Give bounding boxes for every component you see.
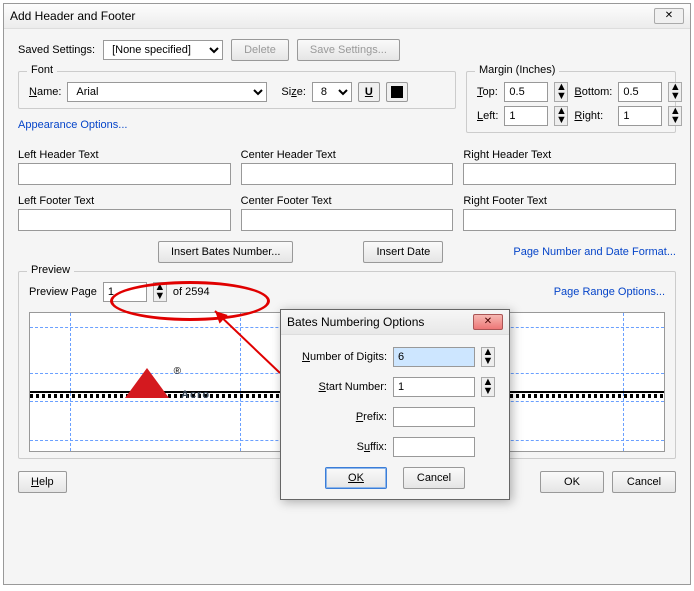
font-name-select[interactable]: Arial — [67, 82, 267, 102]
bates-modal: Bates Numbering Options ✕ Number of Digi… — [280, 309, 510, 500]
preview-group-title: Preview — [27, 264, 74, 276]
digits-input[interactable] — [393, 347, 475, 367]
margin-right-input[interactable] — [618, 106, 662, 126]
saved-settings-label: Saved Settings: — [18, 44, 95, 56]
digits-label: Number of Digits: — [295, 351, 387, 363]
margin-top-input[interactable] — [504, 82, 548, 102]
modal-close-icon[interactable]: ✕ — [473, 314, 503, 330]
spinner-icon[interactable]: ▲▼ — [481, 377, 495, 397]
margin-right-label: Right: — [574, 110, 612, 122]
font-group-title: Font — [27, 64, 57, 76]
save-settings-button[interactable]: Save Settings... — [297, 39, 400, 61]
prefix-label: Prefix: — [295, 411, 387, 423]
center-header-input[interactable] — [241, 163, 454, 185]
margin-top-label: Top: — [477, 86, 498, 98]
margin-left-label: Left: — [477, 110, 498, 122]
right-header-input[interactable] — [463, 163, 676, 185]
font-name-label: Name: — [29, 86, 61, 98]
close-icon[interactable]: ✕ — [654, 8, 684, 24]
left-header-input[interactable] — [18, 163, 231, 185]
suffix-label: Suffix: — [295, 441, 387, 453]
suffix-input[interactable] — [393, 437, 475, 457]
left-header-label: Left Header Text — [18, 149, 231, 161]
margin-group-title: Margin (Inches) — [475, 64, 559, 76]
right-header-label: Right Header Text — [463, 149, 676, 161]
spinner-icon[interactable]: ▲▼ — [668, 82, 682, 102]
preview-page-label: Preview Page — [29, 286, 97, 298]
modal-title: Bates Numbering Options — [287, 315, 424, 329]
right-footer-input[interactable] — [463, 209, 676, 231]
spinner-icon[interactable]: ▲▼ — [554, 106, 568, 126]
underline-button[interactable]: U — [358, 82, 380, 102]
spinner-icon[interactable]: ▲▼ — [481, 347, 495, 367]
font-size-label: Size: — [281, 86, 305, 98]
saved-settings-select[interactable]: [None specified] — [103, 40, 223, 60]
modal-ok-button[interactable]: OK — [325, 467, 387, 489]
margin-bottom-input[interactable] — [618, 82, 662, 102]
page-format-link[interactable]: Page Number and Date Format... — [513, 246, 676, 258]
prefix-input[interactable] — [393, 407, 475, 427]
center-footer-label: Center Footer Text — [241, 195, 454, 207]
preview-page-input[interactable] — [103, 282, 147, 302]
header-text-grid: Left Header Text Center Header Text Righ… — [18, 149, 676, 231]
saved-settings-row: Saved Settings: [None specified] Delete … — [18, 39, 676, 61]
font-group: Font Name: Arial Size: 8 U — [18, 71, 456, 109]
appearance-options-link[interactable]: Appearance Options... — [18, 119, 456, 131]
cancel-button[interactable]: Cancel — [612, 471, 676, 493]
page-range-link[interactable]: Page Range Options... — [554, 286, 665, 298]
spinner-icon[interactable]: ▲▼ — [668, 106, 682, 126]
help-button[interactable]: Help — [18, 471, 67, 493]
center-header-label: Center Header Text — [241, 149, 454, 161]
font-size-select[interactable]: 8 — [312, 82, 352, 102]
margin-bottom-label: Bottom: — [574, 86, 612, 98]
right-footer-label: Right Footer Text — [463, 195, 676, 207]
margin-left-input[interactable] — [504, 106, 548, 126]
titlebar: Add Header and Footer ✕ — [4, 4, 690, 29]
start-label: Start Number: — [295, 381, 387, 393]
margin-group: Margin (Inches) Top: ▲▼ Bottom: ▲▼ Left:… — [466, 71, 676, 133]
left-footer-label: Left Footer Text — [18, 195, 231, 207]
window-title: Add Header and Footer — [10, 9, 135, 23]
delete-button[interactable]: Delete — [231, 39, 289, 61]
ok-button[interactable]: OK — [540, 471, 604, 493]
spinner-icon[interactable]: ▲▼ — [554, 82, 568, 102]
insert-bates-button[interactable]: Insert Bates Number... — [158, 241, 293, 263]
preview-of-label: of 2594 — [173, 286, 210, 298]
left-footer-input[interactable] — [18, 209, 231, 231]
center-footer-input[interactable] — [241, 209, 454, 231]
spinner-icon[interactable]: ▲▼ — [153, 282, 167, 302]
adobe-logo-icon — [125, 368, 169, 398]
start-input[interactable] — [393, 377, 475, 397]
color-button[interactable] — [386, 82, 408, 102]
modal-cancel-button[interactable]: Cancel — [403, 467, 465, 489]
preview-text: Acro — [181, 363, 210, 408]
insert-date-button[interactable]: Insert Date — [363, 241, 443, 263]
